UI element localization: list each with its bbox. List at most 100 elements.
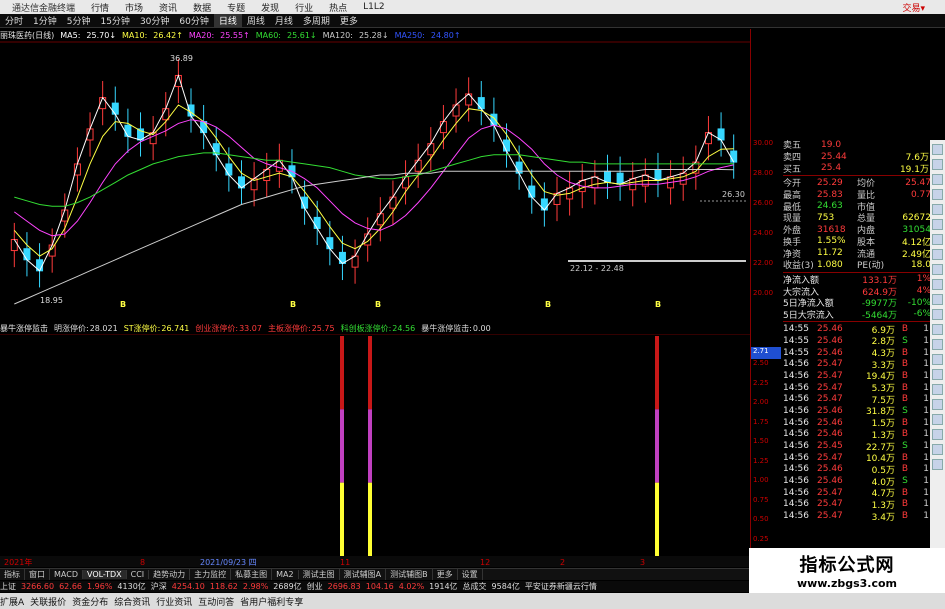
period-tab[interactable]: 分时 [0, 14, 28, 27]
period-tab[interactable]: 多周期 [298, 14, 335, 27]
tool-icon[interactable] [932, 324, 943, 335]
tool-icon[interactable] [932, 354, 943, 365]
quote-row: 现量 753 总量 62672 [783, 212, 931, 225]
menu-item[interactable]: 资讯 [151, 1, 185, 14]
tick-time: 14:56 [783, 511, 809, 522]
quote-price: 25.44 [821, 151, 847, 162]
tool-icon[interactable] [932, 459, 943, 470]
indicator-tab[interactable]: 主力监控 [190, 569, 232, 580]
tool-icon[interactable] [932, 264, 943, 275]
sub-item-value: 33.07 [239, 323, 262, 333]
indicator-tab[interactable]: MACD [50, 570, 83, 579]
bottom-tab[interactable]: 省用户福利专享 [240, 595, 303, 608]
bottom-tab[interactable]: 互动问答 [198, 595, 234, 608]
tick-time: 14:56 [783, 382, 809, 393]
tick-count: 1 [923, 405, 929, 416]
tool-icon[interactable] [932, 414, 943, 425]
indicator-tab[interactable]: 私募主图 [231, 569, 273, 580]
index-value: 4254.10 [171, 582, 205, 591]
trade-menu[interactable]: 交易▾ [894, 1, 945, 14]
tool-icon[interactable] [932, 174, 943, 185]
bottom-tab[interactable]: 扩展A [0, 595, 24, 608]
period-tab[interactable]: 15分钟 [95, 14, 134, 27]
menu-item[interactable]: 数据 [185, 1, 219, 14]
period-tab[interactable]: 更多 [335, 14, 363, 27]
ma-arrow: ↓ [109, 30, 117, 40]
date-tick: 11 [340, 558, 350, 567]
indicator-tab[interactable]: 测试主图 [299, 569, 340, 580]
tool-icon[interactable] [932, 309, 943, 320]
stat-value: 1.080 [817, 259, 843, 270]
ma-label: MA10: [122, 30, 148, 40]
ma-label: MA60: [255, 30, 281, 40]
bottom-tab[interactable]: 资金分布 [72, 595, 108, 608]
tool-icon[interactable] [932, 204, 943, 215]
tool-icon[interactable] [932, 249, 943, 260]
tick-side: B [901, 417, 909, 428]
period-tab[interactable]: 周线 [242, 14, 270, 27]
menu-item[interactable]: 热点 [321, 1, 355, 14]
kline-chart[interactable]: 36.89 18.95 22.12 - 22.48 26.30 B B B B B [0, 41, 750, 309]
period-tab[interactable]: 30分钟 [135, 14, 174, 27]
menu-item[interactable]: L1L2 [355, 2, 392, 12]
bottom-tab[interactable]: 行业资讯 [156, 595, 192, 608]
indicator-tab[interactable]: 更多 [433, 569, 458, 580]
tool-icon[interactable] [932, 279, 943, 290]
period-tab[interactable]: 月线 [270, 14, 298, 27]
tool-icon[interactable] [932, 159, 943, 170]
candle-body [477, 97, 485, 110]
tool-icon[interactable] [932, 294, 943, 305]
app-title: 通达信金融终端 [12, 3, 76, 14]
tick-side: B [901, 359, 909, 370]
signal-marker: B [120, 300, 126, 309]
tool-icon[interactable] [932, 144, 943, 155]
range-label: 22.12 - 22.48 [570, 264, 624, 273]
index-value: 104.16 [365, 582, 394, 591]
menu-item[interactable]: 发现 [253, 1, 287, 14]
period-tab[interactable]: 1分钟 [28, 14, 62, 27]
sub-indicator-legend: 暴牛涨停监击 明涨停价: 28.021 ST涨停价: 26.741 创业涨停价: 33.0… [0, 322, 750, 334]
indicator-tab[interactable]: 测试辅图B [386, 569, 433, 580]
quote-label: 买五 [783, 164, 802, 175]
bottom-tab[interactable]: 综合资讯 [114, 595, 150, 608]
tool-icon[interactable] [932, 339, 943, 350]
quote-row: 14:56 25.47 3.3万 B 1 [783, 358, 931, 371]
indicator-tab[interactable]: VOL-TDX [82, 570, 127, 579]
stat-value: 25.29 [817, 177, 843, 188]
menu-item[interactable]: 市场 [117, 1, 151, 14]
price-tick: 26.00 [753, 199, 774, 207]
quote-row: 14:56 25.46 1.3万 B 1 [783, 429, 931, 441]
menu-item[interactable]: 行业 [287, 1, 321, 14]
tool-icon[interactable] [932, 384, 943, 395]
indicator-tab[interactable]: 趋势动力 [149, 569, 191, 580]
period-tab[interactable]: 5分钟 [62, 14, 96, 27]
menu-item[interactable]: 行情 [83, 1, 117, 14]
tool-icon[interactable] [932, 444, 943, 455]
indicator-tab[interactable]: MA2 [272, 570, 299, 579]
tick-side: B [901, 324, 909, 335]
tool-icon[interactable] [932, 189, 943, 200]
indicator-tab[interactable]: 窗口 [25, 569, 50, 580]
candle-body [124, 124, 132, 137]
period-tab[interactable]: 60分钟 [174, 14, 213, 27]
tool-icon[interactable] [932, 429, 943, 440]
candle-body [616, 172, 624, 185]
tool-icon[interactable] [932, 399, 943, 410]
period-tab[interactable]: 日线 [213, 14, 242, 27]
tick-side: B [901, 382, 909, 393]
indicator-tab[interactable]: CCI [127, 570, 150, 579]
tool-icon[interactable] [932, 219, 943, 230]
tool-icon[interactable] [932, 234, 943, 245]
tick-count: 1 [923, 370, 929, 381]
sub-indicator-chart[interactable] [0, 334, 750, 556]
candle-body [503, 139, 511, 152]
quote-row: 5日大宗流入 -5464万 -6% [783, 309, 931, 321]
indicator-tab[interactable]: 设置 [458, 569, 483, 580]
bottom-tab[interactable]: 关联报价 [30, 595, 66, 608]
indicator-tab[interactable]: 测试辅图A [340, 569, 387, 580]
signal-bar-red [655, 336, 659, 410]
tool-icon[interactable] [932, 369, 943, 380]
menu-item[interactable]: 专题 [219, 1, 253, 14]
indicator-tab[interactable]: 指标 [0, 569, 25, 580]
tick-time: 14:56 [783, 429, 809, 440]
